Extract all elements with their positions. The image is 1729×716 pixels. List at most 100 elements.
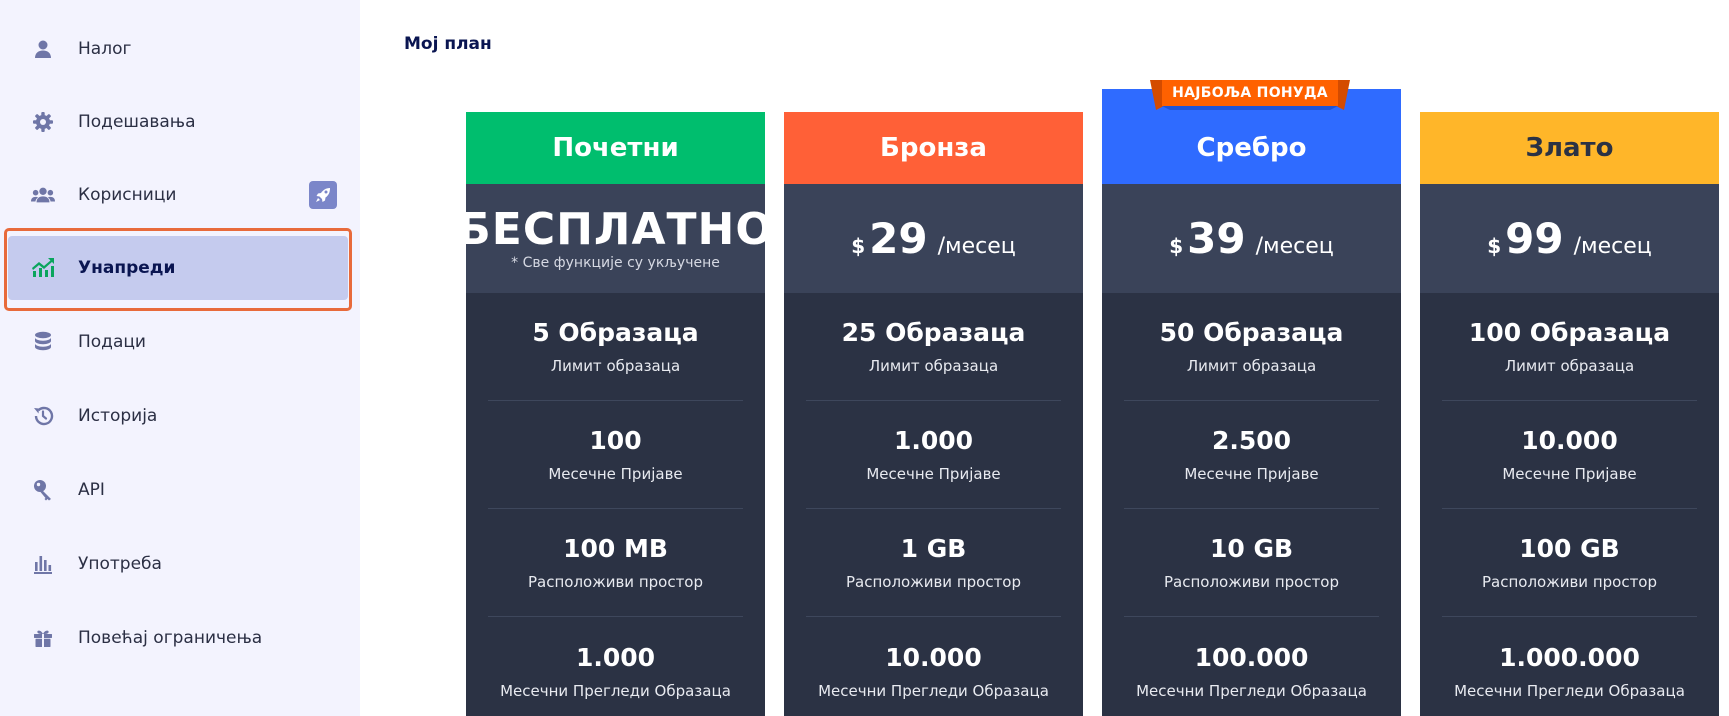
feature-caption: Лимит образаца [1186,357,1317,375]
feature-caption: Лимит образаца [868,357,999,375]
database-icon [31,330,55,354]
plan-name: Злато [1420,112,1719,184]
feature-caption: Лимит образаца [1504,357,1635,375]
sidebar-item-label: Подаци [78,332,146,352]
app-root: Налог Подешавања Корисници Унапреди Пода… [0,0,1729,716]
gear-icon [31,110,55,134]
price-amount: 99 [1505,214,1564,263]
plan-price: $ 29 /месец [784,184,1083,293]
feature-value: 100 [589,426,642,455]
plan-card-starter: Почетни БЕСПЛАТНО * Све функције су укљу… [457,112,773,716]
history-icon [31,404,55,428]
upgrade-chart-icon [31,256,55,280]
sidebar-item-usage[interactable]: Употреба [8,532,348,596]
plan-card-gold: Злато $ 99 /месец 100 Образаца Лимит обра… [1420,112,1719,716]
free-note: * Све функције су укључене [511,254,720,271]
sidebar-item-label: Подешавања [78,112,196,132]
feature-form-views: 1.000.000 Месечни Прегледи Образаца [1442,617,1697,716]
feature-value: 10.000 [885,642,982,672]
best-offer-label: НАЈБОЉА ПОНУДА [1162,80,1338,106]
feature-submissions: 100 Месечне Пријаве [488,401,743,509]
feature-form-views: 1.000 Месечни Прегледи Образаца [488,617,743,716]
feature-caption: Месечне Пријаве [548,465,683,483]
key-icon [31,478,55,502]
sidebar-item-upgrade[interactable]: Унапреди [8,236,348,300]
user-icon [31,37,55,61]
feature-storage: 100 GB Расположиви простор [1442,509,1697,617]
plan-price: $ 99 /месец [1420,184,1719,293]
feature-caption: Лимит образаца [550,357,681,375]
sidebar-item-data[interactable]: Подаци [8,310,348,374]
sidebar-item-label: Историја [78,406,158,426]
price-period: /месец [1255,234,1334,259]
feature-value: 1.000 [575,642,656,672]
gift-icon [31,626,55,650]
feature-form-views: 100.000 Месечни Прегледи Образаца [1124,617,1379,716]
rocket-icon[interactable] [309,181,337,209]
feature-caption: Месечне Пријаве [866,465,1001,483]
feature-value: 50 Образаца [1159,318,1344,347]
sidebar-item-label: Повећај ограничења [78,628,263,648]
feature-form-views: 10.000 Месечни Прегледи Образаца [806,617,1061,716]
feature-storage: 1 GB Расположиви простор [806,509,1061,617]
sidebar-item-label: API [78,480,105,500]
feature-caption: Расположиви простор [1163,573,1340,591]
feature-caption: Расположиви простор [1481,573,1658,591]
sidebar-item-label: Корисници [78,185,177,205]
feature-form-limit: 5 Образаца Лимит образаца [488,293,743,401]
sidebar-item-settings[interactable]: Подешавања [8,90,348,154]
sidebar-item-history[interactable]: Историја [8,384,348,448]
plan-card-silver: Сребро $ 39 /месец 50 Образаца Лимит обра… [1102,89,1401,716]
feature-value: 100 MB [563,534,668,563]
plan-name: Бронза [784,112,1083,184]
feature-value: 2.500 [1211,426,1292,455]
sidebar-item-label: Употреба [78,554,162,574]
price-currency: $ [1487,234,1502,258]
feature-caption: Месечни Прегледи Образаца [1136,681,1367,700]
best-offer-ribbon: НАЈБОЉА ПОНУДА [1150,80,1350,110]
feature-value: 1.000 [893,426,974,455]
sidebar-item-label: Унапреди [78,258,176,278]
plan-price: БЕСПЛАТНО * Све функције су укључене [457,184,773,293]
price-currency: $ [1169,234,1184,258]
feature-storage: 100 MB Расположиви простор [488,509,743,617]
price-period: /месец [1573,234,1652,259]
feature-form-limit: 25 Образаца Лимит образаца [806,293,1061,401]
feature-value: 10.000 [1521,426,1618,455]
plan-price: $ 39 /месец [1102,184,1401,293]
feature-submissions: 10.000 Месечне Пријаве [1442,401,1697,509]
price-period: /месец [937,234,1016,259]
free-label: БЕСПЛАТНО [457,203,774,255]
page-title: Мој план [404,34,492,54]
feature-caption: Месечни Прегледи Образаца [500,681,731,700]
feature-value: 5 Образаца [532,318,699,347]
price-amount: 39 [1187,214,1246,263]
feature-caption: Месечне Пријаве [1502,465,1637,483]
feature-form-limit: 100 Образаца Лимит образаца [1442,293,1697,401]
feature-value: 1.000.000 [1499,642,1640,672]
feature-value: 100 Образаца [1468,318,1671,347]
price-amount: 29 [869,214,928,263]
feature-storage: 10 GB Расположиви простор [1124,509,1379,617]
sidebar-item-increase-limits[interactable]: Повећај ограничења [8,606,348,670]
sidebar-item-account[interactable]: Налог [8,17,348,81]
sidebar: Налог Подешавања Корисници Унапреди Пода… [0,0,360,716]
sidebar-item-api[interactable]: API [8,458,348,522]
feature-caption: Месечни Прегледи Образаца [1454,681,1685,700]
feature-value: 10 GB [1209,534,1294,563]
plan-card-bronze: Бронза $ 29 /месец 25 Образаца Лимит обра… [784,112,1083,716]
feature-value: 25 Образаца [841,318,1026,347]
users-icon [31,183,55,207]
feature-caption: Месечни Прегледи Образаца [818,681,1049,700]
feature-caption: Расположиви простор [845,573,1022,591]
feature-form-limit: 50 Образаца Лимит образаца [1124,293,1379,401]
feature-caption: Расположиви простор [527,573,704,591]
feature-submissions: 2.500 Месечне Пријаве [1124,401,1379,509]
bar-chart-icon [31,552,55,576]
feature-value: 100.000 [1194,642,1309,672]
feature-value: 100 GB [1519,534,1620,563]
feature-value: 1 GB [900,534,967,563]
plan-name: Почетни [466,112,765,184]
price-currency: $ [851,234,866,258]
sidebar-item-users[interactable]: Корисници [8,163,348,227]
